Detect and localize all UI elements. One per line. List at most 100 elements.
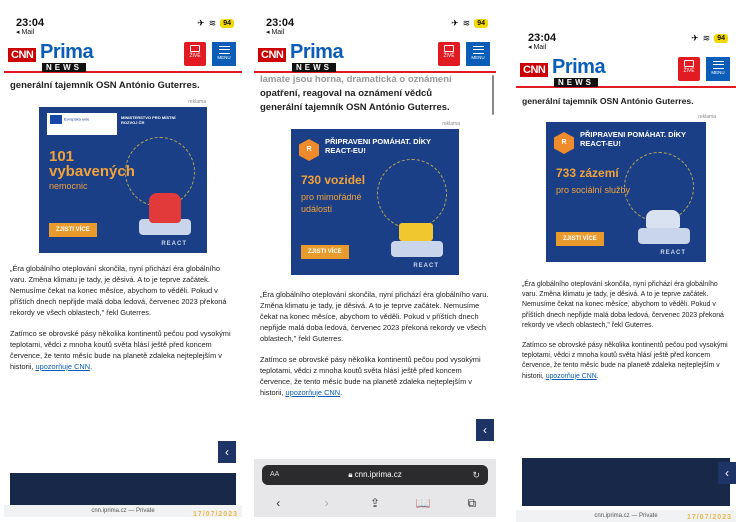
ad-headline: 101 vybavených — [49, 149, 135, 179]
ad-number-label: vybavených — [49, 163, 135, 180]
news-logo: NEWS — [554, 78, 598, 87]
cnn-source-link[interactable]: upozorňuje CNN — [285, 388, 340, 397]
status-icons: ✈ ≋ 94 — [197, 18, 234, 29]
url-text: cnn.iprima.cz — [354, 470, 402, 479]
caregivers-graphic — [646, 210, 680, 228]
article-paragraph-2: Zatímco se obrovské pásy několika kontin… — [260, 354, 490, 398]
ad-headline: 733 zázemí — [556, 166, 619, 180]
ad-cta-button[interactable]: ZJISTI VÍCE — [556, 232, 604, 246]
article-paragraph-1: „Éra globálního oteplování skončila, nyn… — [522, 281, 724, 329]
menu-label: MENU — [711, 70, 725, 75]
article-paragraph-1: „Éra globálního oteplování skončila, nyn… — [260, 290, 489, 343]
back-to-mail-link[interactable]: ◂ Mail — [266, 28, 486, 36]
article-lead: generální tajemník OSN António Guterres. — [260, 102, 450, 113]
ad-banner[interactable]: Evropská unie MINISTERSTVO PRO MÍSTNÍ RO… — [39, 107, 207, 253]
hamburger-icon — [712, 61, 724, 69]
eu-text: Evropská unie — [64, 116, 90, 122]
site-header: CNN Prima NEWS ŽIVĚ MENU — [4, 39, 242, 73]
tv-icon — [444, 45, 454, 52]
bookmarks-icon[interactable]: 📖 — [413, 496, 433, 511]
ad-title: PŘIPRAVENI POMÁHAT. DÍKY REACT-EU! — [580, 130, 686, 148]
ad-cta-button[interactable]: ZJISTI VÍCE — [301, 245, 349, 259]
forward-arrow-icon[interactable]: › — [317, 496, 337, 511]
browser-nav-buttons: ‹ › ⇪ 📖 ⧉ — [254, 496, 496, 511]
article-body: generální tajemník OSN António Guterres.… — [4, 73, 242, 372]
menu-button[interactable]: MENU — [466, 42, 490, 66]
site-header: CNN Prima NEWS ŽIVĚ MENU — [254, 39, 496, 73]
screenshot-collage: 23:04 ◂ Mail ✈ ≋ 94 CNN Prima NEWS ŽIVĚ … — [0, 0, 736, 522]
ad-subline: nemocnic — [49, 181, 88, 191]
status-icons: ✈ ≋ 94 — [691, 33, 728, 44]
menu-button[interactable]: MENU — [212, 42, 236, 66]
scrollbar[interactable] — [492, 75, 494, 115]
wifi-icon: ≋ — [208, 18, 217, 28]
hospital-graphic — [149, 193, 181, 223]
cnn-source-link[interactable]: upozorňuje CNN — [35, 362, 90, 371]
ad-label: reklama — [442, 121, 460, 127]
paragraph-2-end: . — [340, 388, 343, 397]
back-arrow-icon[interactable]: ‹ — [268, 496, 288, 511]
hamburger-icon — [218, 46, 230, 54]
tabs-icon[interactable]: ⧉ — [462, 496, 482, 511]
menu-button[interactable]: MENU — [706, 57, 730, 81]
cnn-source-link[interactable]: upozorňuje CNN — [546, 373, 597, 380]
live-label: ŽIVĚ — [189, 53, 201, 59]
cnn-logo[interactable]: CNN — [520, 63, 549, 77]
pedestal-graphic — [638, 228, 690, 244]
site-header: CNN Prima NEWS ŽIVĚ MENU — [516, 54, 736, 88]
ad-label: reklama — [698, 114, 716, 120]
react-logo: REACT — [161, 241, 187, 247]
prima-logo[interactable]: Prima — [290, 41, 344, 64]
wifi-icon: ≋ — [702, 33, 711, 43]
back-to-mail-link[interactable]: ◂ Mail — [528, 43, 726, 51]
ad-subline: pro mimořádné události — [301, 192, 362, 214]
live-tv-button[interactable]: ŽIVĚ — [438, 42, 460, 66]
live-label: ŽIVĚ — [443, 53, 455, 59]
article-lead-clipped: lamate jsou horna, dramatická o oznámení — [260, 74, 452, 85]
eu-flag-icon — [50, 115, 62, 124]
ad-subline: pro sociální služby — [556, 185, 631, 195]
airplane-icon: ✈ — [691, 33, 699, 43]
chevron-left-icon[interactable]: ‹ — [218, 441, 236, 463]
vehicle-graphic — [399, 223, 433, 241]
live-label: ŽIVĚ — [683, 68, 695, 74]
menu-label: MENU — [217, 55, 231, 60]
pedestal-graphic — [391, 241, 443, 257]
battery-indicator: 94 — [474, 19, 488, 28]
reader-aa-button[interactable]: AA — [270, 465, 279, 485]
cnn-logo[interactable]: CNN — [258, 48, 287, 62]
safari-toolbar: AA 🔒︎ cnn.iprima.cz ↻ ‹ › ⇪ 📖 ⧉ — [254, 459, 496, 517]
live-tv-button[interactable]: ŽIVĚ — [184, 42, 206, 66]
video-banner[interactable] — [522, 458, 730, 506]
prima-logo[interactable]: Prima — [552, 56, 606, 79]
phone-screenshot-1: 23:04 ◂ Mail ✈ ≋ 94 CNN Prima NEWS ŽIVĚ … — [4, 11, 242, 517]
prima-logo[interactable]: Prima — [40, 41, 94, 64]
ad-banner[interactable]: R PŘIPRAVENI POMÁHAT. DÍKY REACT-EU! 733… — [546, 122, 706, 262]
cnn-logo[interactable]: CNN — [8, 48, 37, 62]
chevron-left-icon[interactable]: ‹ — [476, 419, 494, 441]
address-bar[interactable]: AA 🔒︎ cnn.iprima.cz ↻ — [262, 465, 488, 485]
article-paragraph-2: Zatímco se obrovské pásy několika kontin… — [10, 328, 236, 372]
phone-screenshot-3: 23:04 ◂ Mail ✈ ≋ 94 CNN Prima NEWS ŽIVĚ … — [516, 26, 736, 522]
date-stamp: 17/07/2023 — [192, 511, 238, 517]
react-logo: REACT — [660, 250, 686, 256]
reload-icon[interactable]: ↻ — [472, 465, 480, 485]
article-lead: generální tajemník OSN António Guterres. — [10, 80, 200, 91]
share-icon[interactable]: ⇪ — [365, 496, 385, 511]
ad-label: reklama — [188, 99, 206, 105]
article-paragraph-2: Zatímco se obrovské pásy několika kontin… — [522, 341, 730, 382]
article-lead: generální tajemník OSN António Guterres. — [522, 96, 694, 106]
ad-headline: 730 vozidel — [301, 173, 366, 187]
live-tv-button[interactable]: ŽIVĚ — [678, 57, 700, 81]
hamburger-icon — [472, 46, 484, 54]
article-paragraph-1: „Éra globálního oteplování skončila, nyn… — [10, 264, 227, 317]
react-logo: REACT — [413, 263, 439, 269]
news-logo: NEWS — [42, 63, 86, 72]
paragraph-2-end: . — [90, 362, 93, 371]
back-to-mail-link[interactable]: ◂ Mail — [16, 28, 232, 36]
ad-cta-button[interactable]: ZJISTI VÍCE — [49, 223, 97, 237]
ad-banner[interactable]: R PŘIPRAVENI POMÁHAT. DÍKY REACT-EU! 730… — [291, 129, 459, 275]
wifi-icon: ≋ — [462, 18, 471, 28]
chevron-left-icon[interactable]: ‹ — [718, 462, 736, 484]
eu-logo: Evropská unie — [47, 113, 117, 135]
